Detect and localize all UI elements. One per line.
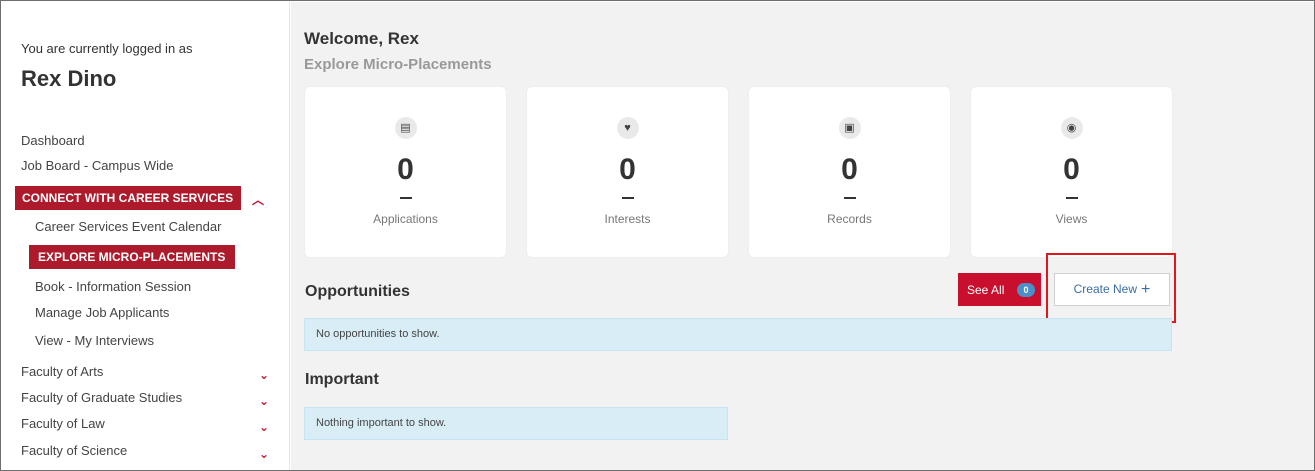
stat-card-applications[interactable]: ▤ 0 Applications <box>305 87 506 257</box>
divider <box>399 197 412 199</box>
opportunities-heading: Opportunities <box>305 283 410 300</box>
sidebar-item-faculty-science[interactable]: Faculty of Science <box>21 443 127 458</box>
stat-card-interests[interactable]: ♥ 0 Interests <box>527 87 728 257</box>
file-icon: ▤ <box>394 117 417 139</box>
sidebar-item-explore-micro-placements[interactable]: EXPLORE MICRO-PLACEMENTS <box>29 245 235 269</box>
stat-label: Applications <box>373 212 438 226</box>
sidebar-item-book-info-session[interactable]: Book - Information Session <box>35 279 191 294</box>
sidebar-item-job-board[interactable]: Job Board - Campus Wide <box>21 158 173 173</box>
sidebar-item-faculty-graduate-studies[interactable]: Faculty of Graduate Studies <box>21 390 182 405</box>
stat-value: 0 <box>1063 153 1080 186</box>
chevron-down-icon[interactable]: ⌄ <box>259 420 269 434</box>
clipboard-icon: ▣ <box>838 117 861 139</box>
sidebar-item-dashboard[interactable]: Dashboard <box>21 133 85 148</box>
sidebar: You are currently logged in as Rex Dino … <box>2 2 290 470</box>
logged-in-label: You are currently logged in as <box>21 41 193 56</box>
stat-label: Records <box>827 212 872 226</box>
important-heading: Important <box>305 371 379 388</box>
divider <box>843 197 856 199</box>
stat-label: Interests <box>604 212 651 226</box>
heart-icon: ♥ <box>616 117 639 139</box>
stat-value: 0 <box>619 153 636 186</box>
chevron-down-icon[interactable]: ⌄ <box>259 368 269 382</box>
stat-label: Views <box>1055 212 1088 226</box>
chevron-down-icon[interactable]: ⌄ <box>259 394 269 408</box>
sidebar-item-my-interviews[interactable]: View - My Interviews <box>35 333 154 348</box>
stat-card-records[interactable]: ▣ 0 Records <box>749 87 950 257</box>
sidebar-item-faculty-law[interactable]: Faculty of Law <box>21 416 105 431</box>
sidebar-item-event-calendar[interactable]: Career Services Event Calendar <box>35 219 221 234</box>
chevron-down-icon[interactable]: ⌄ <box>259 447 269 461</box>
sidebar-item-faculty-arts[interactable]: Faculty of Arts <box>21 364 103 379</box>
highlight-annotation <box>1046 253 1176 323</box>
welcome-heading: Welcome, Rex <box>304 29 419 48</box>
count-badge: 0 <box>1017 283 1035 297</box>
sidebar-item-manage-job-applicants[interactable]: Manage Job Applicants <box>35 305 169 320</box>
divider <box>1065 197 1078 199</box>
page-subtitle: Explore Micro-Placements <box>304 56 492 73</box>
main-content: Welcome, Rex Explore Micro-Placements ▤ … <box>291 2 1314 470</box>
see-all-label: See All <box>967 282 1005 297</box>
sidebar-item-connect-career-services[interactable]: CONNECT WITH CAREER SERVICES <box>15 186 241 210</box>
stat-value: 0 <box>841 153 858 186</box>
eye-icon: ◉ <box>1060 117 1083 139</box>
stat-card-views[interactable]: ◉ 0 Views <box>971 87 1172 257</box>
chevron-up-icon[interactable]: ︿ <box>252 191 264 208</box>
user-name: Rex Dino <box>21 66 117 91</box>
stat-value: 0 <box>397 153 414 186</box>
important-empty-message: Nothing important to show. <box>304 407 728 440</box>
opportunities-empty-message: No opportunities to show. <box>304 318 1172 351</box>
app-frame: You are currently logged in as Rex Dino … <box>0 0 1315 471</box>
divider <box>621 197 634 199</box>
see-all-button[interactable]: See All 0 <box>958 273 1041 306</box>
